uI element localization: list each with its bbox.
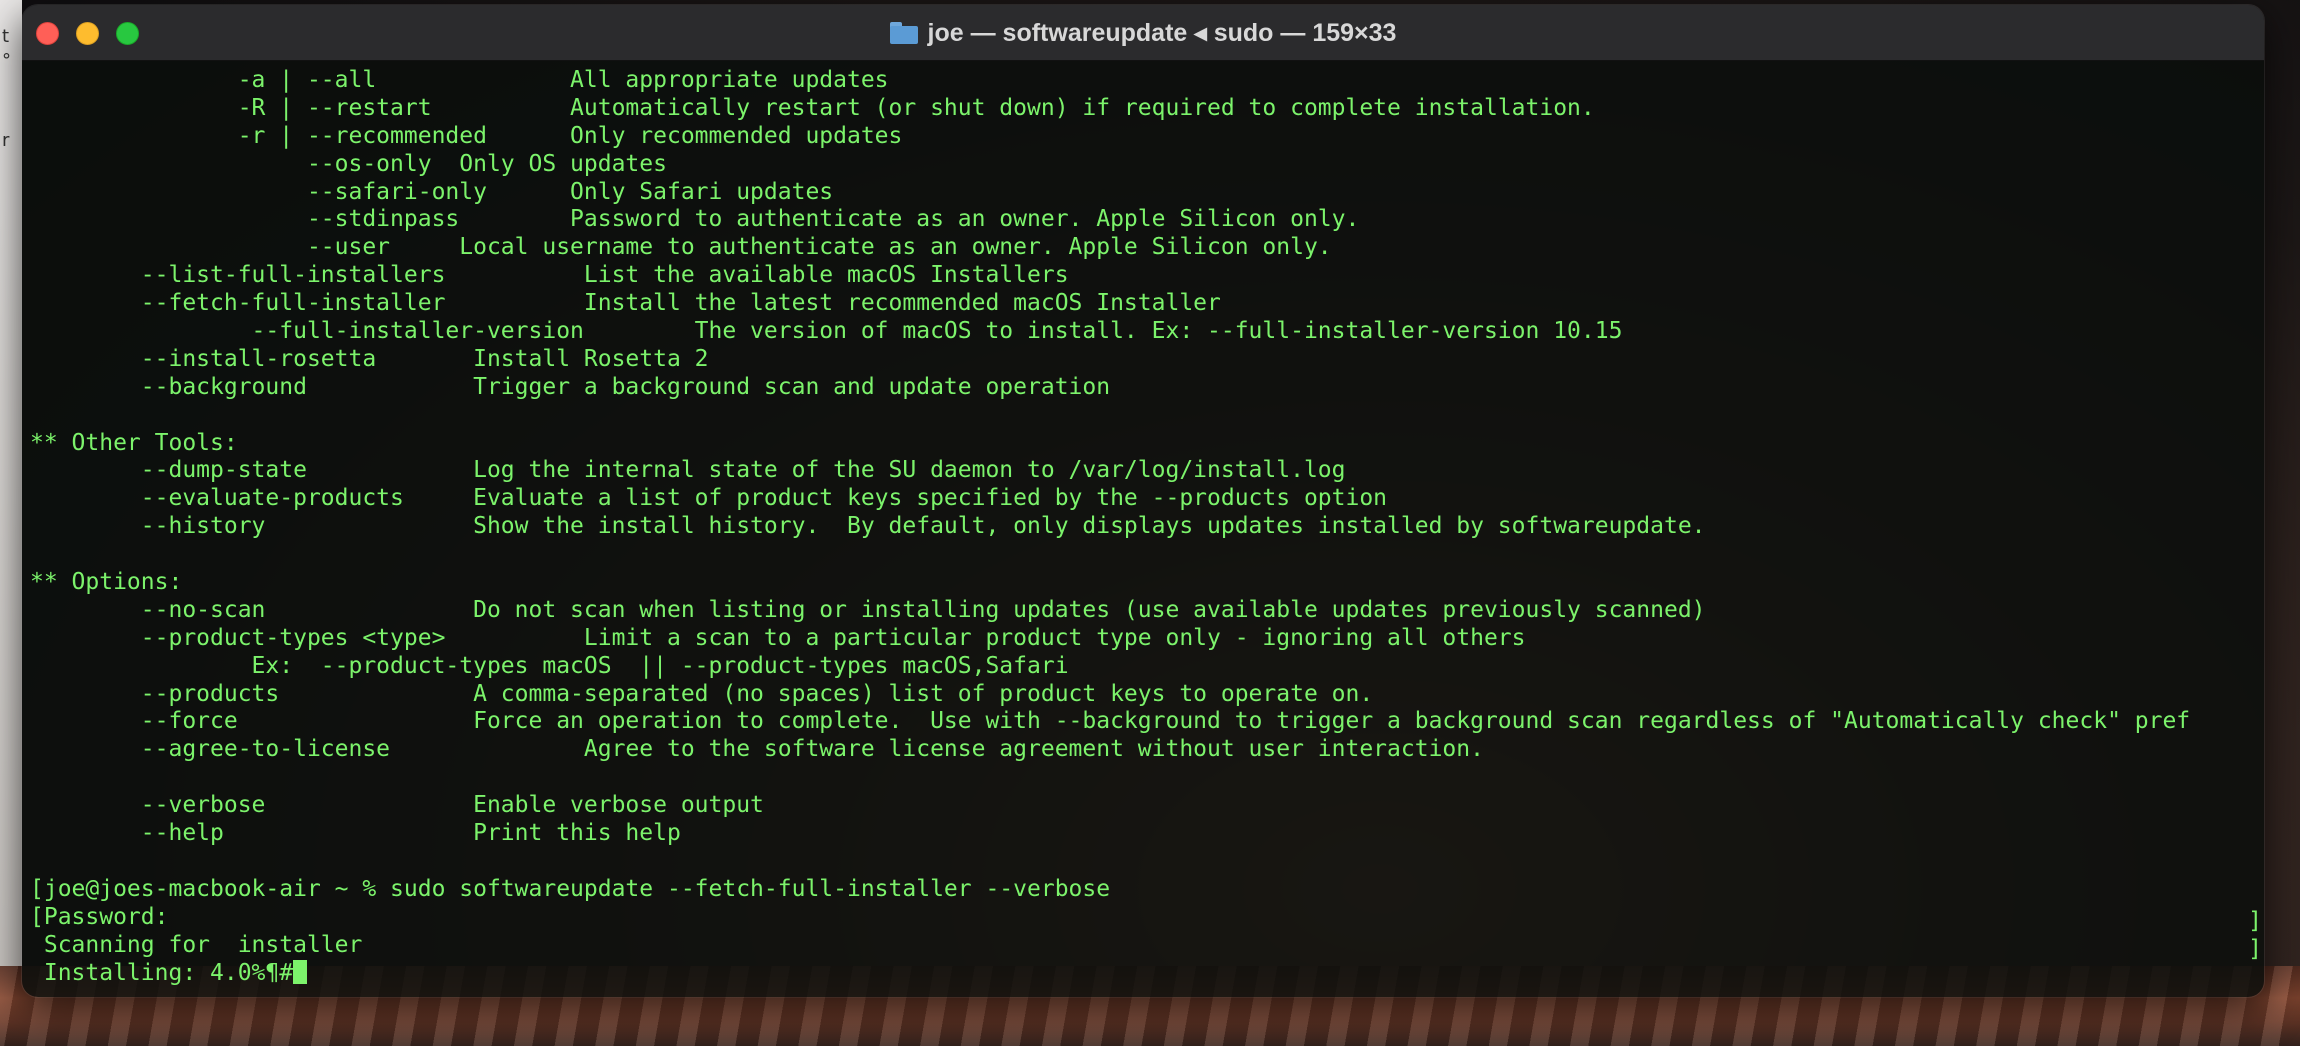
terminal-line: --fetch-full-installer Install the lates… — [30, 290, 1221, 317]
terminal-line: Scanning for installer — [30, 931, 363, 958]
terminal-line: --user Local username to authenticate as… — [30, 234, 1332, 261]
window-title-text: joe — softwareupdate ◂ sudo — 159×33 — [927, 18, 1397, 47]
terminal-line: --os-only Only OS updates — [30, 150, 667, 177]
terminal-line: --list-full-installers List the availabl… — [30, 262, 1069, 289]
terminal-line: --no-scan Do not scan when listing or in… — [30, 596, 1706, 623]
terminal-line: --install-rosetta Install Rosetta 2 — [30, 345, 709, 372]
terminal-line: Ex: --product-types macOS || --product-t… — [30, 652, 1069, 679]
terminal-line: -R | --restart Automatically restart (or… — [30, 94, 1595, 121]
folder-icon — [889, 21, 918, 44]
terminal-line: --full-installer-version The version of … — [30, 318, 1623, 345]
prompt-mark-right: ] — [2248, 936, 2262, 962]
close-button[interactable] — [36, 22, 59, 45]
terminal-line: --agree-to-license Agree to the software… — [30, 736, 1484, 763]
desktop-glyph: r — [2, 130, 10, 151]
terminal-line: ** Other Tools: — [30, 429, 238, 456]
prompt-mark-right: ] — [2248, 908, 2262, 934]
terminal-line: --verbose Enable verbose output — [30, 792, 764, 819]
terminal-line: --history Show the install history. By d… — [30, 513, 1706, 540]
terminal-line: --force Force an operation to complete. … — [30, 708, 2191, 735]
window-controls — [36, 22, 139, 45]
terminal-line: --safari-only Only Safari updates — [30, 178, 834, 205]
terminal-line: ** Options: — [30, 569, 183, 596]
terminal-line: --evaluate-products Evaluate a list of p… — [30, 485, 1388, 512]
terminal-line: [Password: — [30, 903, 169, 930]
minimize-button[interactable] — [76, 22, 99, 45]
desktop-left-strip: t ° r — [0, 0, 22, 1046]
terminal-line: Installing: 4.0%¶# — [30, 959, 2264, 988]
desktop-glyph: ° — [2, 50, 11, 71]
window-title: joe — softwareupdate ◂ sudo — 159×33 — [889, 18, 1397, 48]
terminal-line: --products A comma-separated (no spaces)… — [30, 680, 1374, 707]
text-cursor — [293, 959, 308, 984]
title-bar[interactable]: joe — softwareupdate ◂ sudo — 159×33 — [22, 5, 2264, 61]
terminal-window[interactable]: joe — softwareupdate ◂ sudo — 159×33 ] ]… — [22, 5, 2264, 997]
terminal-line: [joe@joes-macbook-air ~ % sudo softwareu… — [30, 875, 1111, 902]
terminal-output[interactable]: ] ] -a | --all All appropriate updates -… — [22, 61, 2264, 997]
desktop-glyph: t — [2, 26, 10, 47]
terminal-line: --stdinpass Password to authenticate as … — [30, 206, 1360, 233]
terminal-line: -r | --recommended Only recommended upda… — [30, 122, 903, 149]
terminal-line: --background Trigger a background scan a… — [30, 373, 1111, 400]
terminal-line: --dump-state Log the internal state of t… — [30, 457, 1346, 484]
terminal-line: --product-types <type> Limit a scan to a… — [30, 624, 1526, 651]
terminal-line: --help Print this help — [30, 820, 681, 847]
terminal-line: -a | --all All appropriate updates — [30, 67, 889, 93]
zoom-button[interactable] — [116, 22, 139, 45]
